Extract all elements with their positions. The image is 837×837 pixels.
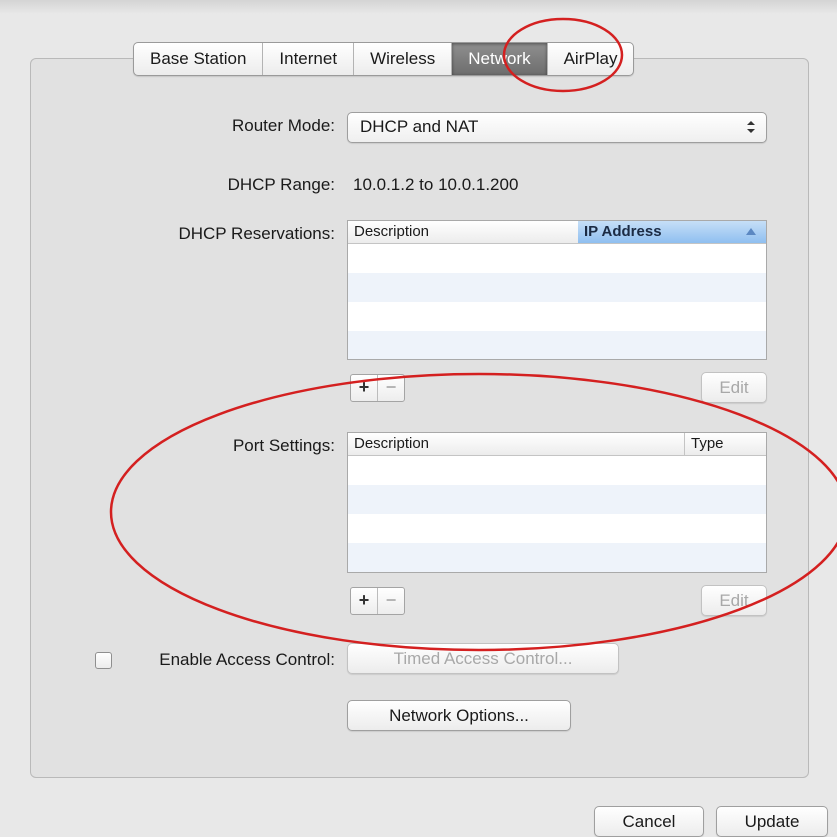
table-header: Description Type <box>348 433 766 456</box>
window-top-edge <box>0 0 837 14</box>
table-row <box>348 514 766 543</box>
column-header-description[interactable]: Description <box>348 221 578 243</box>
table-row <box>348 456 766 485</box>
port-settings-label: Port Settings: <box>232 436 335 455</box>
dhcp-range-label: DHCP Range: <box>227 175 335 194</box>
dhcp-reservations-label: DHCP Reservations: <box>178 224 335 243</box>
cancel-button[interactable]: Cancel <box>594 806 704 837</box>
add-port-button[interactable]: + <box>351 588 378 614</box>
table-row <box>348 485 766 514</box>
port-settings-table[interactable]: Description Type <box>347 432 767 573</box>
table-row <box>348 543 766 572</box>
table-row <box>348 244 766 273</box>
column-header-ip-address-label: IP Address <box>584 223 662 240</box>
column-header-ip-address[interactable]: IP Address <box>578 221 766 243</box>
router-mode-popup[interactable]: DHCP and NAT <box>347 112 767 143</box>
edit-port-button[interactable]: Edit <box>701 585 767 616</box>
timed-access-control-button[interactable]: Timed Access Control... <box>347 643 619 674</box>
remove-reservation-button[interactable]: − <box>378 375 404 401</box>
reservations-add-remove: + − <box>350 374 405 402</box>
tab-bar: Base Station Internet Wireless Network A… <box>133 42 635 76</box>
tab-network[interactable]: Network <box>452 43 548 75</box>
edit-reservation-button[interactable]: Edit <box>701 372 767 403</box>
table-row <box>348 331 766 359</box>
tab-wireless[interactable]: Wireless <box>354 43 453 75</box>
dhcp-range-value: 10.0.1.2 to 10.0.1.200 <box>353 175 519 194</box>
update-button[interactable]: Update <box>716 806 828 837</box>
table-row <box>348 273 766 302</box>
popup-arrows-icon <box>747 121 755 133</box>
router-mode-value: DHCP and NAT <box>360 117 479 136</box>
remove-port-button[interactable]: − <box>378 588 404 614</box>
dhcp-reservations-table[interactable]: Description IP Address <box>347 220 767 360</box>
column-header-type[interactable]: Type <box>685 433 766 455</box>
sort-ascending-icon <box>746 228 756 235</box>
enable-access-control-checkbox[interactable] <box>95 652 112 669</box>
column-header-description[interactable]: Description <box>348 433 685 455</box>
tab-base-station[interactable]: Base Station <box>134 43 264 75</box>
port-add-remove: + − <box>350 587 405 615</box>
table-row <box>348 302 766 331</box>
table-header: Description IP Address <box>348 221 766 244</box>
router-mode-label: Router Mode: <box>232 116 335 135</box>
enable-access-control-label: Enable Access Control: <box>159 650 335 669</box>
add-reservation-button[interactable]: + <box>351 375 378 401</box>
tab-airplay[interactable]: AirPlay <box>548 43 634 75</box>
network-options-button[interactable]: Network Options... <box>347 700 571 731</box>
tab-internet[interactable]: Internet <box>263 43 355 75</box>
